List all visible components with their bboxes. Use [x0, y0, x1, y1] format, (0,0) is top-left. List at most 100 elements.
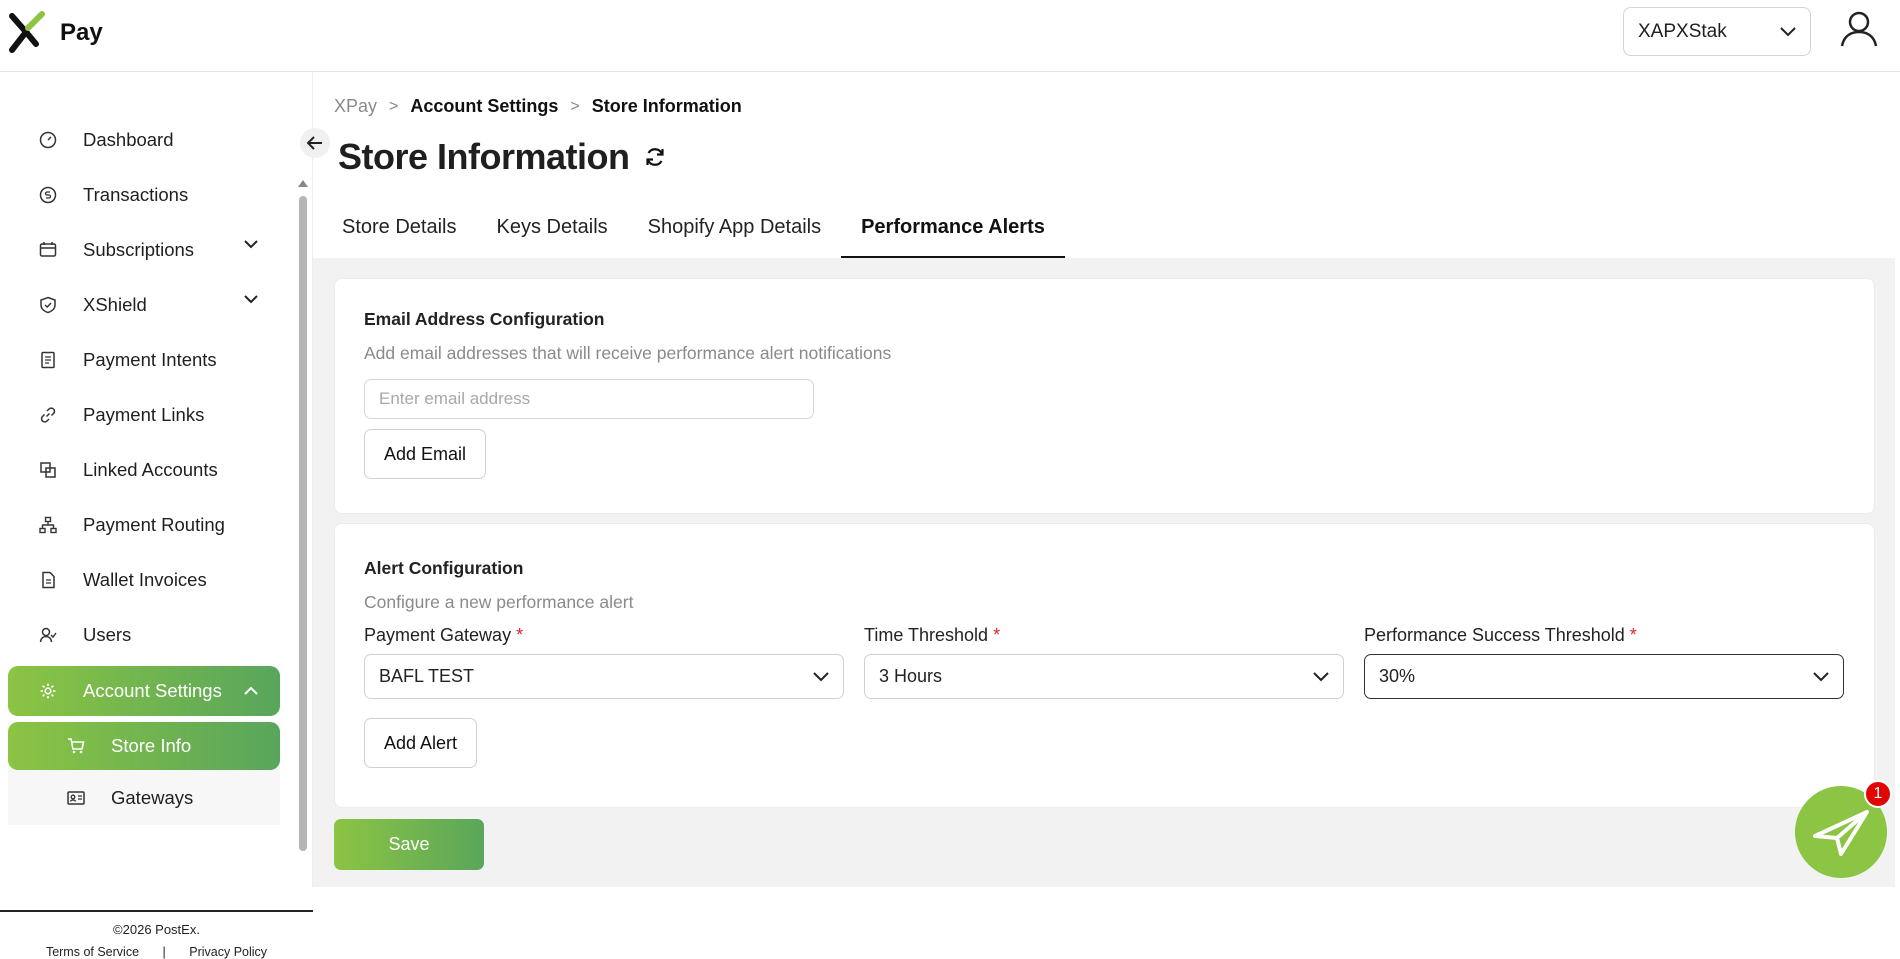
arrow-left-icon [307, 136, 322, 150]
store-selector[interactable]: XAPXStak [1623, 7, 1811, 56]
notification-badge: 1 [1864, 780, 1892, 808]
email-config-subtitle: Add email addresses that will receive pe… [364, 343, 892, 363]
payment-gateway-select[interactable]: BAFL TEST [364, 654, 844, 699]
sidebar-item-label: Subscriptions [83, 238, 195, 260]
page-title: Store Information [338, 136, 630, 177]
field-label-text: Performance Success Threshold [1364, 625, 1625, 645]
terms-link[interactable]: Terms of Service [46, 945, 139, 959]
time-threshold-select[interactable]: 3 Hours [864, 654, 1344, 699]
chevron-up-icon [244, 686, 258, 695]
tab-bar: Store Details Keys Details Shopify App D… [342, 202, 1065, 258]
sidebar-item-subscriptions[interactable]: Subscriptions [8, 222, 280, 277]
network-icon [38, 515, 58, 535]
invoice-icon [38, 570, 58, 590]
email-input[interactable] [364, 379, 814, 419]
chevron-down-icon [1813, 671, 1829, 681]
payment-gateway-value: BAFL TEST [379, 666, 475, 686]
breadcrumb-separator: > [570, 97, 580, 115]
sidebar-item-dashboard[interactable]: Dashboard [8, 112, 280, 167]
page-header: XPay > Account Settings > Store Informat… [313, 72, 1895, 258]
sidebar-item-wallet-invoices[interactable]: Wallet Invoices [8, 552, 280, 607]
add-alert-button[interactable]: Add Alert [364, 718, 478, 768]
email-config-card: Email Address Configuration Add email ad… [334, 278, 1875, 514]
logo-text: Pay [60, 19, 103, 46]
calendar-icon [38, 240, 58, 260]
sidebar-item-label: Gateways [111, 786, 194, 808]
cart-icon [66, 736, 86, 756]
document-icon [38, 350, 58, 370]
save-button[interactable]: Save [334, 819, 484, 870]
sidebar-item-label: Linked Accounts [83, 458, 218, 480]
top-bar: Pay XAPXStak [0, 0, 1900, 72]
field-label-text: Payment Gateway [364, 625, 512, 645]
copyright-text: ©2026 PostEx. [113, 922, 200, 937]
gear-icon [38, 681, 58, 701]
sidebar-item-users[interactable]: Users [8, 607, 280, 662]
breadcrumb-item-store-information: Store Information [591, 96, 742, 116]
tab-store-details[interactable]: Store Details [342, 202, 477, 258]
sidebar-item-payment-intents[interactable]: Payment Intents [8, 332, 280, 387]
sidebar-item-xshield[interactable]: XShield [8, 277, 280, 332]
refresh-icon[interactable] [644, 146, 666, 168]
gauge-icon [38, 130, 58, 150]
sidebar-item-linked-accounts[interactable]: Linked Accounts [8, 442, 280, 497]
email-config-title: Email Address Configuration [364, 309, 605, 329]
sidebar-item-label: Store Info [111, 735, 192, 756]
sidebar-item-label: Users [83, 623, 132, 645]
sidebar-item-payment-links[interactable]: Payment Links [8, 387, 280, 442]
add-email-button[interactable]: Add Email [364, 429, 487, 479]
sidebar-item-account-settings[interactable]: Account Settings [8, 666, 280, 716]
sidebar-scrollbar[interactable] [297, 172, 309, 862]
sidebar: Dashboard Transactions Subscriptions XSh… [0, 72, 330, 959]
chevron-down-icon [813, 671, 829, 681]
payment-gateway-label: Payment Gateway * [364, 625, 523, 646]
sidebar-scroll-thumb[interactable] [299, 196, 307, 851]
scroll-up-arrow-icon [298, 180, 308, 187]
required-mark: * [1629, 625, 1637, 645]
required-mark: * [993, 625, 1001, 645]
field-label-text: Time Threshold [864, 625, 989, 645]
sidebar-item-label: Account Settings [83, 680, 222, 701]
sidebar-item-label: Payment Intents [83, 348, 217, 370]
chevron-down-icon [244, 240, 258, 249]
shield-icon [38, 295, 58, 315]
account-settings-submenu: Store Info Gateways [8, 722, 280, 825]
link-icon [38, 405, 58, 425]
sidebar-item-transactions[interactable]: Transactions [8, 167, 280, 222]
paper-plane-icon [1813, 810, 1869, 856]
chevron-down-icon [244, 295, 258, 304]
sidebar-item-payment-routing[interactable]: Payment Routing [8, 497, 280, 552]
required-mark: * [516, 625, 524, 645]
success-threshold-select[interactable]: 30% [1364, 654, 1844, 699]
users-icon [38, 625, 58, 645]
breadcrumb-separator: > [389, 97, 399, 115]
chevron-down-icon [1780, 26, 1796, 36]
breadcrumb: XPay > Account Settings > Store Informat… [334, 96, 742, 117]
footer-links: Terms of Service | Privacy Policy [0, 945, 313, 959]
sidebar-nav: Dashboard Transactions Subscriptions XSh… [8, 112, 280, 825]
user-avatar-icon[interactable] [1838, 8, 1880, 50]
breadcrumb-item-account-settings[interactable]: Account Settings [410, 96, 558, 117]
collapse-sidebar-button[interactable] [300, 128, 330, 158]
time-threshold-label: Time Threshold * [864, 625, 1000, 646]
privacy-link[interactable]: Privacy Policy [189, 945, 267, 959]
xpay-logo-icon [9, 11, 45, 53]
tab-shopify-app-details[interactable]: Shopify App Details [628, 202, 841, 258]
main-scrollbar[interactable] [1895, 72, 1900, 887]
copy-icon [38, 460, 58, 480]
success-threshold-value: 30% [1379, 666, 1416, 686]
alert-config-subtitle: Configure a new performance alert [364, 592, 634, 612]
tab-keys-details[interactable]: Keys Details [477, 202, 628, 258]
footer-divider: | [162, 945, 166, 959]
page-title-row: Store Information [338, 136, 666, 178]
app-logo[interactable]: Pay [8, 10, 103, 56]
breadcrumb-item-xpay[interactable]: XPay [334, 96, 377, 117]
id-card-icon [66, 788, 86, 808]
store-selector-value: XAPXStak [1638, 20, 1727, 42]
time-threshold-value: 3 Hours [879, 666, 943, 686]
sidebar-item-store-info[interactable]: Store Info [8, 722, 280, 770]
sidebar-footer: ©2026 PostEx. Terms of Service | Privacy… [0, 910, 313, 959]
sidebar-item-gateways[interactable]: Gateways [8, 770, 280, 825]
tab-performance-alerts[interactable]: Performance Alerts [841, 202, 1065, 258]
sidebar-item-label: Dashboard [83, 128, 174, 150]
